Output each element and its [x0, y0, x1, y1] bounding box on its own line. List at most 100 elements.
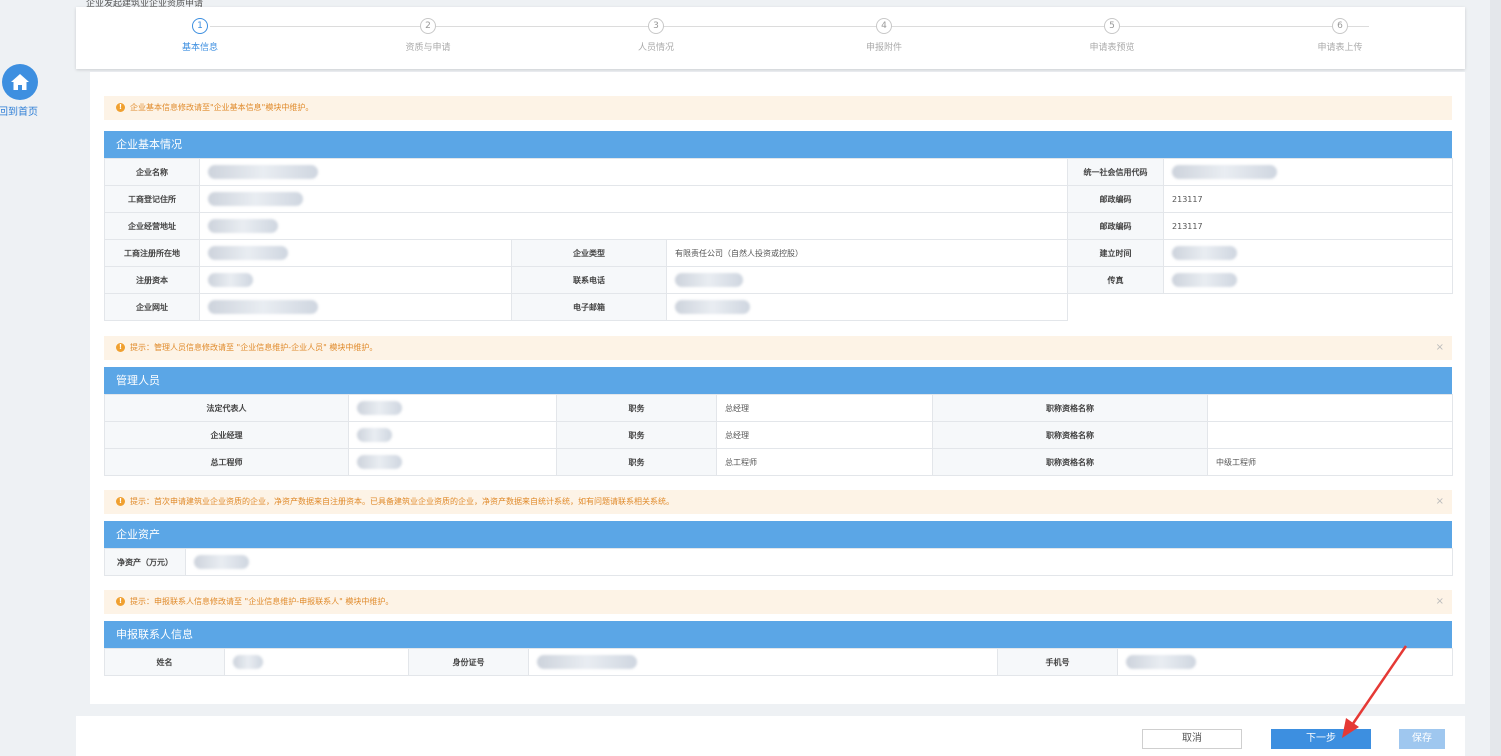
company-type-value: 有限责任公司（自然人投资或控股） [665, 239, 1069, 267]
fax-label: 传真 [1067, 266, 1165, 294]
next-step-button[interactable]: 下一步 [1271, 729, 1371, 749]
office-address-label: 企业经营地址 [104, 212, 200, 240]
step-label: 申报附件 [865, 43, 902, 53]
table-row: 企业名称 统一社会信用代码 [104, 158, 1454, 186]
step-progress: 1 基本信息 2 资质与申请 3 人员情况 4 申报附件 5 申请表预览 6 申… [76, 7, 1465, 69]
notice-text: 提示：首次申请建筑业企业资质的企业，净资产数据来自注册资本。已具备建筑业企业资质… [130, 497, 674, 506]
reg-location-label: 工商注册所在地 [104, 239, 200, 267]
notice-contact: ! 提示：申报联系人信息修改请至 "企业信息维护-申报联系人" 模块中维护。 × [104, 590, 1452, 614]
founded-value [1163, 239, 1454, 267]
id-number-label: 身份证号 [408, 648, 529, 676]
reg-address-label: 工商登记住所 [104, 185, 200, 213]
step-label: 基本信息 [181, 43, 218, 53]
net-assets-label: 净资产（万元） [104, 548, 186, 576]
step-number: 3 [648, 18, 664, 34]
title-label: 职称资格名称 [932, 448, 1208, 476]
notice-assets: ! 提示：首次申请建筑业企业资质的企业，净资产数据来自注册资本。已具备建筑业企业资… [104, 490, 1452, 514]
notice-managers: ! 提示：管理人员信息修改请至 "企业信息维护-企业人员" 模块中维护。 × [104, 336, 1452, 360]
managers-table: 法定代表人 职务 总经理 职称资格名称 企业经理 职务 总经理 职称资格名称 总… [104, 394, 1453, 476]
position-label: 职务 [556, 421, 717, 449]
step-number: 2 [420, 18, 436, 34]
section-header-managers: 管理人员 [104, 367, 1452, 394]
basic-info-table: 企业名称 统一社会信用代码 工商登记住所 邮政编码 213117 企业经营地址 … [104, 158, 1454, 321]
title-label: 职称资格名称 [932, 394, 1208, 422]
table-row: 注册资本 联系电话 传真 [104, 266, 1454, 294]
office-address-value [198, 212, 1069, 240]
notice-text: 企业基本信息修改请至"企业基本信息"模块中维护。 [130, 103, 314, 112]
mobile-label: 手机号 [997, 648, 1118, 676]
founded-label: 建立时间 [1067, 239, 1165, 267]
position-value: 总经理 [716, 394, 933, 422]
assets-table: 净资产（万元） [104, 548, 1453, 576]
home-link[interactable]: 回到首页 [0, 64, 40, 118]
title-value [1207, 394, 1453, 422]
role-label: 总工程师 [104, 448, 349, 476]
close-icon[interactable]: × [1436, 590, 1444, 614]
cancel-button[interactable]: 取消 [1142, 729, 1242, 749]
capital-label: 注册资本 [104, 266, 200, 294]
close-icon[interactable]: × [1436, 336, 1444, 360]
contact-table: 姓名 身份证号 手机号 [104, 648, 1453, 676]
home-label: 回到首页 [0, 107, 38, 118]
warning-icon: ! [116, 343, 125, 352]
footer-bar [76, 716, 1465, 756]
close-icon[interactable]: × [1436, 490, 1444, 514]
step-preview[interactable]: 5 申请表预览 [1052, 18, 1172, 53]
email-value [665, 293, 1069, 321]
warning-icon: ! [116, 103, 125, 112]
reg-address-value [198, 185, 1069, 213]
credit-code-value [1163, 158, 1454, 186]
warning-icon: ! [116, 597, 125, 606]
notice-text: 提示：管理人员信息修改请至 "企业信息维护-企业人员" 模块中维护。 [130, 343, 378, 352]
manager-name [348, 421, 557, 449]
table-row: 总工程师 职务 总工程师 职称资格名称 中级工程师 [104, 448, 1453, 476]
mobile-value [1117, 648, 1453, 676]
website-value [199, 293, 512, 321]
step-qualification[interactable]: 2 资质与申请 [368, 18, 488, 53]
title-value [1207, 421, 1453, 449]
postcode-label: 邮政编码 [1067, 185, 1165, 213]
postcode-value: 213117 [1163, 185, 1454, 213]
step-attachments[interactable]: 4 申报附件 [824, 18, 944, 53]
fax-value [1163, 266, 1454, 294]
notice-text: 提示：申报联系人信息修改请至 "企业信息维护-申报联系人" 模块中维护。 [130, 597, 394, 606]
table-row: 企业经理 职务 总经理 职称资格名称 [104, 421, 1453, 449]
step-basic-info[interactable]: 1 基本信息 [140, 18, 260, 53]
postcode-label: 邮政编码 [1067, 212, 1165, 240]
net-assets-value [185, 548, 1453, 576]
step-number: 6 [1332, 18, 1348, 34]
company-name-value [198, 158, 1069, 186]
position-label: 职务 [556, 448, 717, 476]
website-label: 企业网址 [104, 293, 200, 321]
reg-location-value [199, 239, 512, 267]
section-header-contact: 申报联系人信息 [104, 621, 1452, 648]
title-value: 中级工程师 [1207, 448, 1453, 476]
step-label: 申请表预览 [1089, 43, 1135, 53]
manager-name [348, 448, 557, 476]
position-label: 职务 [556, 394, 717, 422]
step-label: 资质与申请 [405, 43, 451, 53]
save-button[interactable]: 保存 [1399, 729, 1445, 749]
home-icon [2, 64, 38, 100]
manager-name [348, 394, 557, 422]
phone-value [665, 266, 1069, 294]
company-name-label: 企业名称 [104, 158, 200, 186]
step-number: 4 [876, 18, 892, 34]
page-scrollbar[interactable] [1490, 0, 1501, 756]
table-row: 工商登记住所 邮政编码 213117 [104, 185, 1454, 213]
email-label: 电子邮箱 [511, 293, 667, 321]
table-row: 企业网址 电子邮箱 [104, 293, 1453, 321]
step-upload[interactable]: 6 申请表上传 [1280, 18, 1400, 53]
role-label: 法定代表人 [104, 394, 349, 422]
role-label: 企业经理 [104, 421, 349, 449]
position-value: 总经理 [716, 421, 933, 449]
contact-name-label: 姓名 [104, 648, 225, 676]
step-personnel[interactable]: 3 人员情况 [596, 18, 716, 53]
credit-code-label: 统一社会信用代码 [1067, 158, 1165, 186]
id-number-value [528, 648, 998, 676]
step-label: 人员情况 [637, 43, 674, 53]
step-label: 申请表上传 [1317, 43, 1363, 53]
warning-icon: ! [116, 497, 125, 506]
position-value: 总工程师 [716, 448, 933, 476]
table-row: 净资产（万元） [104, 548, 1453, 576]
